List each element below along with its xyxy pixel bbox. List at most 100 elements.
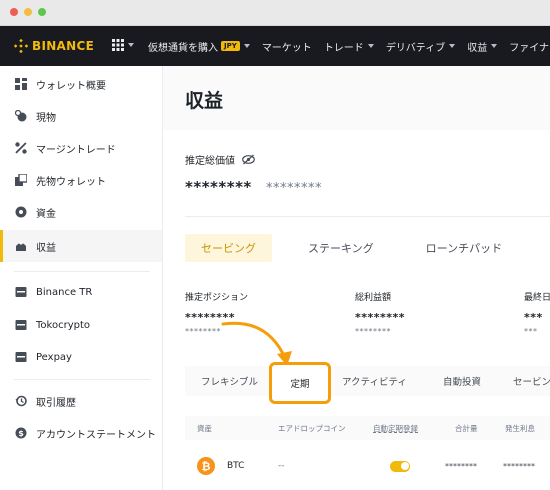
table-row[interactable]: ₿ BTC -- ******** ******** [185,450,550,482]
asset-cell: ₿ BTC [197,450,244,482]
earn-tabs: セービング ステーキング ローンチパッド 流 [185,234,550,262]
chevron-down-icon [491,44,498,48]
nav-item-buy-crypto[interactable]: 仮想通貨を購入 JPY [148,39,250,54]
airdrop-cell: -- [278,461,285,471]
sidebar-item-label: 現物 [36,112,56,124]
sidebar-item-label: 資金 [36,208,56,220]
nav-item-derivatives[interactable]: デリバティブ [385,39,456,54]
history-icon [14,394,28,408]
nav-item-label: トレード [323,42,364,54]
tab-staking[interactable]: ステーキング [292,234,390,262]
sidebar-divider [14,271,150,272]
brand-name: BINANCE [32,39,95,53]
nav-item-trade[interactable]: トレード [324,39,374,54]
sidebar-item-margin[interactable]: マージントレード [0,132,162,164]
column-header-airdrop[interactable]: エアドロップコイン [278,416,346,440]
page-title: 収益 [185,90,224,112]
subtab-locked-label: 定期 [290,379,310,390]
chevron-down-icon [449,44,456,48]
sidebar-item-funding[interactable]: 資金 [0,196,162,228]
stat-sub-value: *** [524,327,538,336]
stat-value: ******** [355,311,406,324]
stat-total-profit: 総利益額 ******** ******** [355,290,405,336]
sidebar-item-earn[interactable]: 収益 [0,230,162,262]
sidebar-item-label: 取引履歴 [36,397,76,409]
nav-menu: 仮想通貨を購入 JPY マーケット トレード デリバティブ 収益 ファイナンス [148,26,550,66]
stat-label: 総利益額 [355,293,392,303]
subtab-activities[interactable]: アクティビティ [342,366,407,396]
binance-tr-icon [14,285,28,299]
stat-label: 推定ポジション [185,293,249,303]
total-cell: ******** [445,461,477,471]
grid-icon [112,39,124,51]
stat-last-day: 最終日 *** *** [524,290,550,336]
balance-label-text: 推定総価値 [185,156,235,167]
maximize-window-button[interactable] [38,8,46,16]
sidebar: ウォレット概要 現物 マージントレード 先物ウォレット 資金 収益 Binanc… [0,66,163,490]
nav-item-label: デリバティブ [385,42,446,54]
funding-icon [14,205,28,219]
sidebar-item-label: Tokocrypto [36,319,90,331]
column-header-interest[interactable]: 発生利息 [505,416,535,440]
sidebar-item-label: アカウントステートメント [36,429,156,441]
nav-item-label: 収益 [467,42,488,54]
column-header-total[interactable]: 合計量 [455,416,478,440]
minimize-window-button[interactable] [24,8,32,16]
sidebar-item-wallet-overview[interactable]: ウォレット概要 [0,68,162,100]
sidebar-item-futures[interactable]: 先物ウォレット [0,164,162,196]
binance-logo[interactable]: BINANCE [14,38,94,54]
column-header-asset[interactable]: 資産 [197,416,212,440]
nav-item-finance[interactable]: ファイナンス [509,39,550,54]
subtab-savings-more[interactable]: セービン [513,366,550,396]
sidebar-item-history[interactable]: 取引履歴 [0,385,162,417]
bitcoin-icon: ₿ [197,457,215,475]
tab-liquid[interactable]: 流 [538,234,550,262]
interest-cell: ******** [503,461,535,471]
chevron-down-icon [128,43,134,47]
stat-label: 最終日 [524,293,550,303]
sidebar-item-tokocrypto[interactable]: Tokocrypto [0,309,162,341]
sidebar-item-label: Pexpay [36,351,72,363]
tokocrypto-icon [14,318,28,332]
tab-launchpad[interactable]: ローンチパッド [410,234,518,262]
sidebar-item-label: マージントレード [36,144,116,156]
subtab-locked[interactable]: 定期 [269,362,331,404]
spot-icon [14,109,28,123]
sidebar-item-pexpay[interactable]: Pexpay [0,341,162,373]
sidebar-item-spot[interactable]: 現物 [0,100,162,132]
stat-sub-value: ******** [355,327,391,336]
auto-subscribe-toggle[interactable] [390,460,410,472]
top-navigation-bar: BINANCE 仮想通貨を購入 JPY マーケット トレード デリバティブ 収益… [0,26,550,66]
nav-item-earn[interactable]: 収益 [467,39,498,54]
binance-logo-icon [14,39,28,53]
statement-icon: $ [14,426,28,440]
chevron-down-icon [243,44,250,48]
sidebar-item-statement[interactable]: $ アカウントステートメント [0,417,162,449]
nav-item-markets[interactable]: マーケット [262,39,312,54]
sidebar-item-label: 先物ウォレット [36,176,106,188]
nav-item-label: ファイナンス [509,42,550,54]
main-content: 収益 推定総価値 ******** ******** セービング ステーキング … [163,66,550,490]
divider [185,216,550,217]
auto-subscribe-cell [390,450,410,482]
balance-value: ******** [185,178,252,196]
column-header-auto-subscribe[interactable]: 自動定期登録 [373,416,418,440]
nav-item-label: 仮想通貨を購入 [148,42,218,54]
futures-icon [14,173,28,187]
hide-balance-eye-icon[interactable] [241,153,255,167]
sidebar-item-binance-tr[interactable]: Binance TR [0,276,162,308]
subtab-auto-invest[interactable]: 自動投資 [443,366,481,396]
sidebar-item-label: 収益 [36,242,56,254]
nav-item-label: マーケット [261,42,312,54]
close-window-button[interactable] [10,8,18,16]
earn-icon [14,239,28,253]
page-header: 収益 [163,66,550,130]
asset-name: BTC [227,461,245,471]
sidebar-item-label: ウォレット概要 [36,80,106,92]
svg-text:$: $ [18,429,24,438]
window-titlebar [0,0,550,26]
apps-menu-button[interactable] [112,39,134,51]
currency-badge: JPY [221,41,240,51]
margin-icon [14,141,28,155]
tab-savings[interactable]: セービング [185,234,272,262]
